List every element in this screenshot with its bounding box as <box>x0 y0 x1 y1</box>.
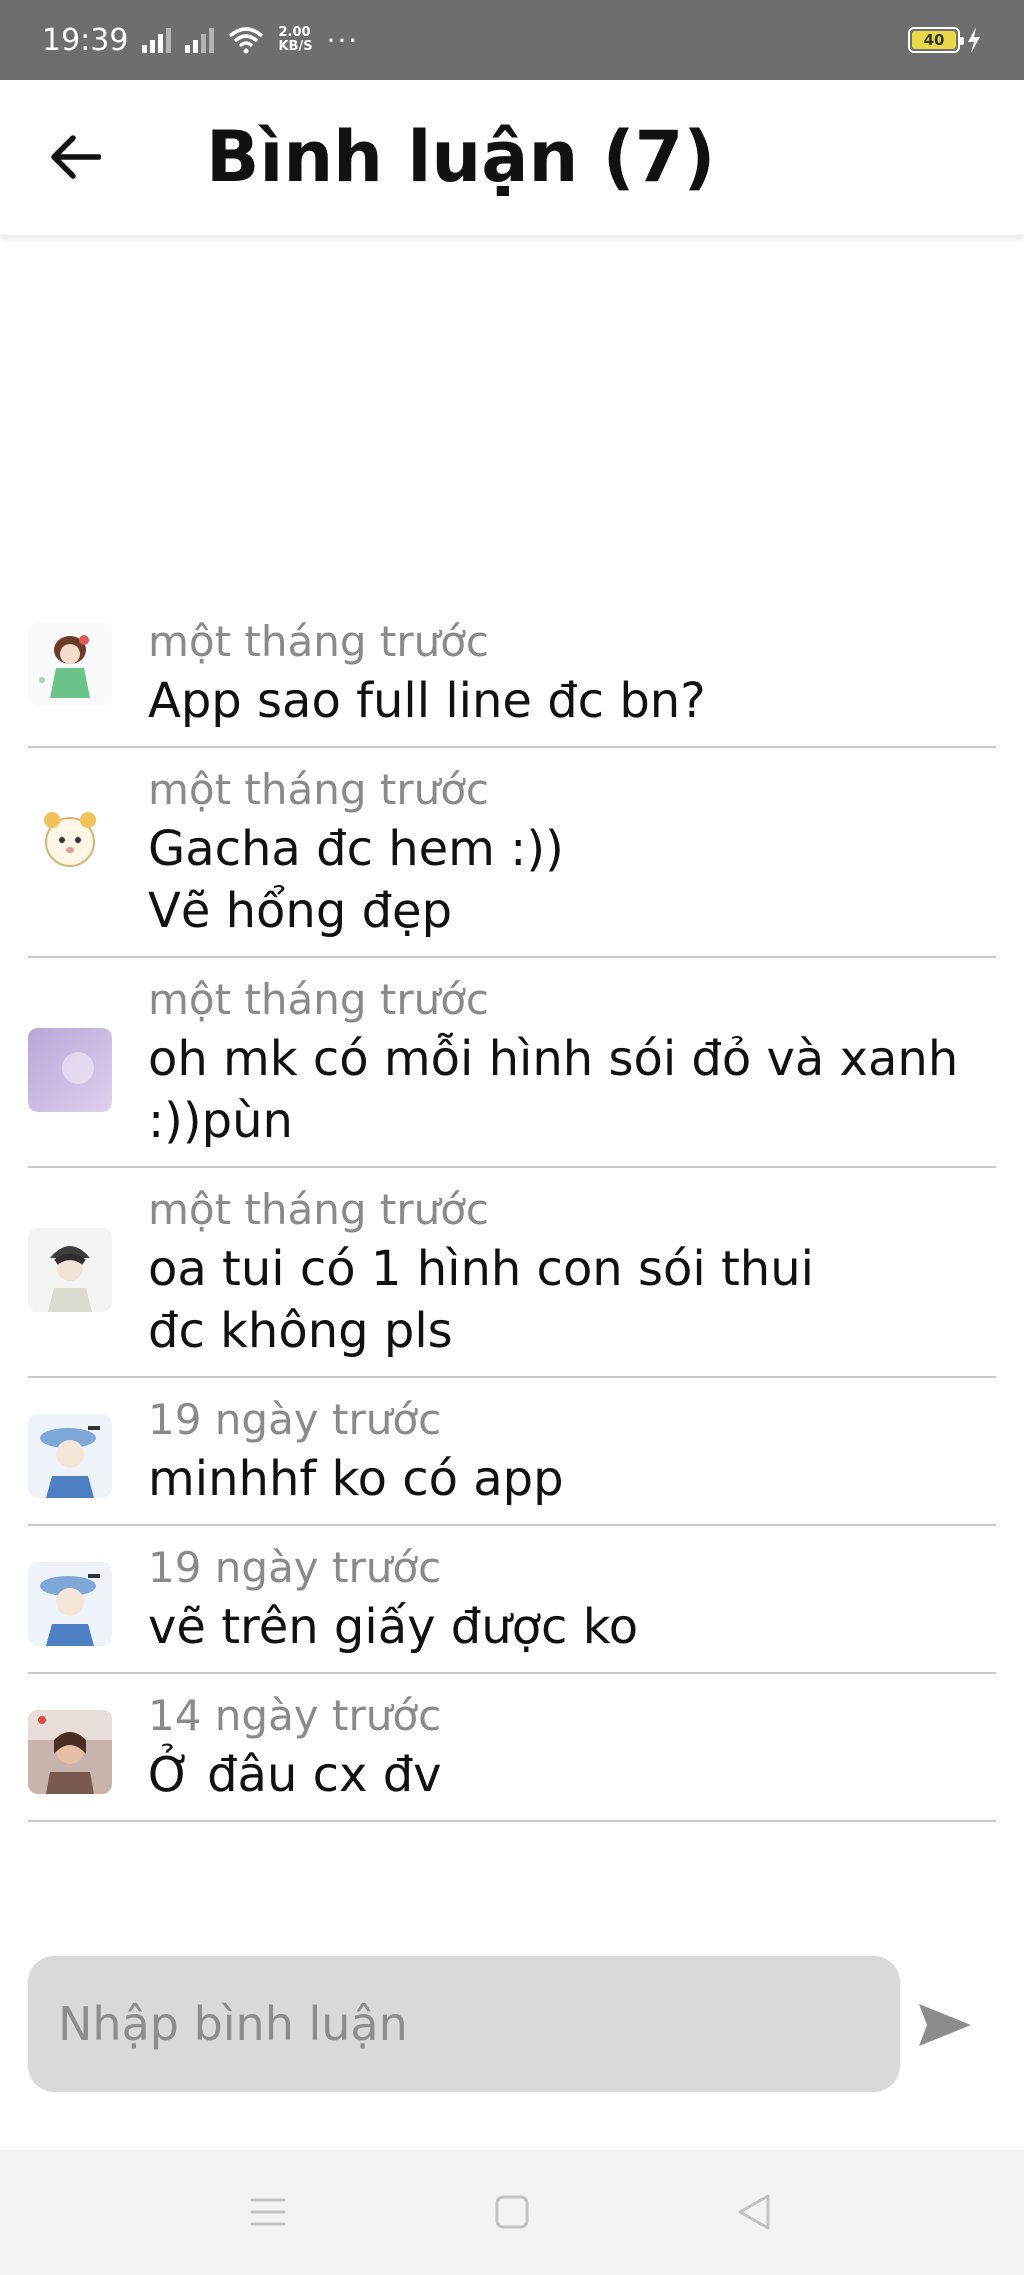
avatar[interactable] <box>28 1562 112 1646</box>
send-button[interactable] <box>910 1990 980 2060</box>
home-nav-button[interactable] <box>480 2180 544 2244</box>
comment-item[interactable]: 19 ngày trước minhhf ko có app <box>28 1378 996 1526</box>
network-speed: 2.00 KB/S <box>278 26 312 54</box>
charging-icon <box>968 27 980 53</box>
comment-text: oh mk có mỗi hình sói đỏ và xanh :))pùn <box>148 1031 959 1149</box>
page-title: Bình luận (7) <box>206 116 716 198</box>
comment-text: minhhf ko có app <box>148 1451 564 1507</box>
signal-icon <box>142 27 172 53</box>
menu-icon <box>250 2198 286 2226</box>
comment-item[interactable]: một tháng trước Gacha đc hem :)) Vẽ hổng… <box>28 748 996 958</box>
comment-item[interactable]: 14 ngày trước Ở đâu cx đv <box>28 1674 996 1822</box>
avatar[interactable] <box>28 1028 112 1112</box>
status-bar: 19:39 2.00 KB/S ··· 40 <box>0 0 1024 80</box>
avatar[interactable] <box>28 1228 112 1312</box>
status-left: 19:39 2.00 KB/S ··· <box>42 23 359 58</box>
arrow-left-icon <box>51 135 101 179</box>
back-button[interactable] <box>40 122 110 192</box>
comment-time: 14 ngày trước <box>148 1691 442 1740</box>
home-icon <box>495 2195 529 2229</box>
battery-icon: 40 <box>908 27 964 53</box>
wifi-icon <box>229 27 264 54</box>
comment-time: một tháng trước <box>148 617 490 666</box>
comment-item[interactable]: một tháng trước oa tui có 1 hình con sói… <box>28 1168 996 1378</box>
nav-back-icon <box>738 2194 770 2230</box>
comment-item[interactable]: một tháng trước App sao full line đc bn? <box>28 600 996 748</box>
comment-text: Ở đâu cx đv <box>148 1747 442 1803</box>
system-nav-bar <box>0 2150 1024 2275</box>
battery-level: 40 <box>912 31 956 49</box>
back-nav-button[interactable] <box>722 2180 786 2244</box>
signal-icon-2 <box>185 27 215 53</box>
comment-time: 19 ngày trước <box>148 1395 442 1444</box>
comment-time: một tháng trước <box>148 975 490 1024</box>
comment-text: App sao full line đc bn? <box>148 673 706 729</box>
speed-value: 2.00 <box>278 25 311 40</box>
menu-nav-button[interactable] <box>236 2180 300 2244</box>
comment-text: oa tui có 1 hình con sói thui đc không p… <box>148 1241 814 1359</box>
more-status-icon: ··· <box>326 23 360 57</box>
avatar[interactable] <box>28 1710 112 1794</box>
comment-time: một tháng trước <box>148 1185 490 1234</box>
speed-unit: KB/S <box>278 39 313 54</box>
send-icon <box>919 2004 971 2046</box>
status-time: 19:39 <box>42 22 129 58</box>
app-header: Bình luận (7) <box>0 80 1024 236</box>
status-right: 40 <box>908 27 982 53</box>
avatar[interactable] <box>28 798 112 882</box>
comment-list[interactable]: một tháng trước App sao full line đc bn?… <box>0 600 1024 1822</box>
comment-input[interactable] <box>28 1956 900 2092</box>
comment-time: một tháng trước <box>148 765 490 814</box>
avatar[interactable] <box>28 622 112 706</box>
avatar[interactable] <box>28 1414 112 1498</box>
comment-item[interactable]: 19 ngày trước vẽ trên giấy được ko <box>28 1526 996 1674</box>
comment-item[interactable]: một tháng trước oh mk có mỗi hình sói đỏ… <box>28 958 996 1168</box>
comment-time: 19 ngày trước <box>148 1543 442 1592</box>
comment-text: Gacha đc hem :)) Vẽ hổng đẹp <box>148 821 564 939</box>
comment-text: vẽ trên giấy được ko <box>148 1599 639 1655</box>
